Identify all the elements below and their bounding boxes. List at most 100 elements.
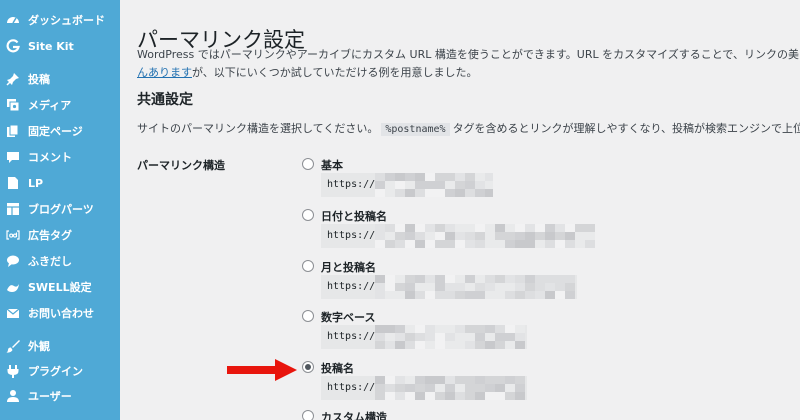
option-label[interactable]: 日付と投稿名 (321, 208, 387, 224)
sidebar-item-ad-tag[interactable]: 広告タグ (0, 222, 120, 248)
sidebar-item-comments[interactable]: コメント (0, 144, 120, 170)
mosaic-cell (395, 240, 405, 248)
mosaic-cell (445, 224, 455, 232)
mosaic-cell (525, 240, 535, 248)
option-label[interactable]: 投稿名 (321, 360, 354, 376)
mosaic-cell (385, 275, 395, 283)
mosaic-cell (435, 376, 445, 384)
mosaic-cell (455, 392, 465, 400)
mosaic-cell (515, 240, 525, 248)
mosaic-cell (545, 275, 555, 283)
option-label[interactable]: 基本 (321, 157, 343, 173)
blurred-url-mosaic (375, 376, 525, 400)
mosaic-cell (375, 283, 385, 291)
mosaic-cell (465, 181, 475, 189)
mosaic-cell (445, 189, 455, 197)
description-link[interactable]: んあります (137, 66, 192, 79)
sidebar-item-posts[interactable]: 投稿 (0, 66, 120, 92)
mosaic-cell (465, 240, 475, 248)
sidebar-item-label: LP (28, 176, 44, 190)
mosaic-cell (455, 232, 465, 240)
sidebar-item-site-kit[interactable]: Site Kit (0, 33, 120, 59)
mosaic-cell (505, 341, 515, 349)
mosaic-cell (445, 240, 455, 248)
mosaic-cell (565, 291, 575, 299)
mosaic-cell (515, 384, 525, 392)
radio-day-and-name[interactable] (302, 209, 314, 221)
mosaic-cell (435, 275, 445, 283)
lp-page-icon (6, 176, 20, 190)
mosaic-cell (465, 384, 475, 392)
example-url: https:// (321, 173, 493, 197)
mosaic-cell (405, 384, 415, 392)
mosaic-cell (545, 240, 555, 248)
radio-post-name[interactable] (302, 361, 314, 373)
mosaic-cell (385, 283, 395, 291)
mosaic-cell (425, 376, 435, 384)
mosaic-cell (515, 376, 525, 384)
mosaic-cell (385, 181, 395, 189)
sidebar-item-speech-bubble[interactable]: ふきだし (0, 248, 120, 274)
mosaic-cell (425, 181, 435, 189)
option-label[interactable]: カスタム構造 (321, 409, 387, 420)
mosaic-cell (545, 283, 555, 291)
mosaic-cell (415, 325, 425, 333)
mosaic-cell (405, 240, 415, 248)
option-label[interactable]: 数字ベース (321, 309, 375, 325)
sidebar-item-label: ブログパーツ (28, 203, 94, 216)
sidebar-item-lp[interactable]: LP (0, 170, 120, 196)
mosaic-cell (405, 181, 415, 189)
mosaic-cell (505, 240, 515, 248)
mosaic-cell (435, 392, 445, 400)
mosaic-cell (465, 291, 475, 299)
mosaic-cell (435, 181, 445, 189)
mosaic-cell (415, 232, 425, 240)
mosaic-cell (475, 275, 485, 283)
mosaic-cell (485, 283, 495, 291)
sidebar-item-users[interactable]: ユーザー (0, 383, 120, 409)
mosaic-cell (435, 240, 445, 248)
mosaic-cell (555, 283, 565, 291)
main-content: パーマリンク設定 WordPress ではパーマリンクやアーカイブにカスタム U… (120, 0, 800, 420)
option-label[interactable]: 月と投稿名 (321, 259, 376, 275)
sidebar-item-contact[interactable]: お問い合わせ (0, 300, 120, 326)
mosaic-cell (475, 291, 485, 299)
mosaic-cell (425, 291, 435, 299)
sidebar-item-dashboard[interactable]: ダッシュボード (0, 7, 120, 33)
mosaic-cell (485, 376, 495, 384)
mosaic-cell (385, 189, 395, 197)
mosaic-cell (565, 275, 575, 283)
sidebar-item-label: ふきだし (28, 255, 72, 268)
sidebar-item-blog-parts[interactable]: ブログパーツ (0, 196, 120, 222)
mosaic-cell (395, 384, 405, 392)
mosaic-cell (455, 173, 465, 181)
mosaic-cell (515, 283, 525, 291)
radio-custom[interactable] (302, 410, 314, 420)
mosaic-cell (575, 240, 585, 248)
mosaic-cell (485, 240, 495, 248)
red-arrow-annotation (227, 359, 297, 381)
sidebar-item-media[interactable]: メディア (0, 92, 120, 118)
sidebar-item-appearance[interactable]: 外観 (0, 333, 120, 359)
media-icon (6, 98, 20, 112)
mosaic-cell (505, 232, 515, 240)
mosaic-cell (385, 291, 395, 299)
mosaic-cell (445, 341, 455, 349)
mosaic-cell (495, 392, 505, 400)
mosaic-cell (405, 173, 415, 181)
sidebar-item-pages[interactable]: 固定ページ (0, 118, 120, 144)
radio-numeric[interactable] (302, 310, 314, 322)
mosaic-cell (485, 341, 495, 349)
radio-month-and-name[interactable] (302, 260, 314, 272)
mosaic-cell (395, 341, 405, 349)
mosaic-cell (485, 232, 495, 240)
site-kit-g-icon (6, 39, 20, 53)
mosaic-cell (475, 240, 485, 248)
mosaic-cell (445, 384, 455, 392)
radio-plain[interactable] (302, 158, 314, 170)
example-url-text: https:// (327, 179, 376, 190)
mosaic-cell (395, 173, 405, 181)
sidebar-item-swell-settings[interactable]: SWELL設定 (0, 274, 120, 300)
sidebar-item-plugins[interactable]: プラグイン (0, 358, 120, 384)
mosaic-cell (495, 224, 505, 232)
